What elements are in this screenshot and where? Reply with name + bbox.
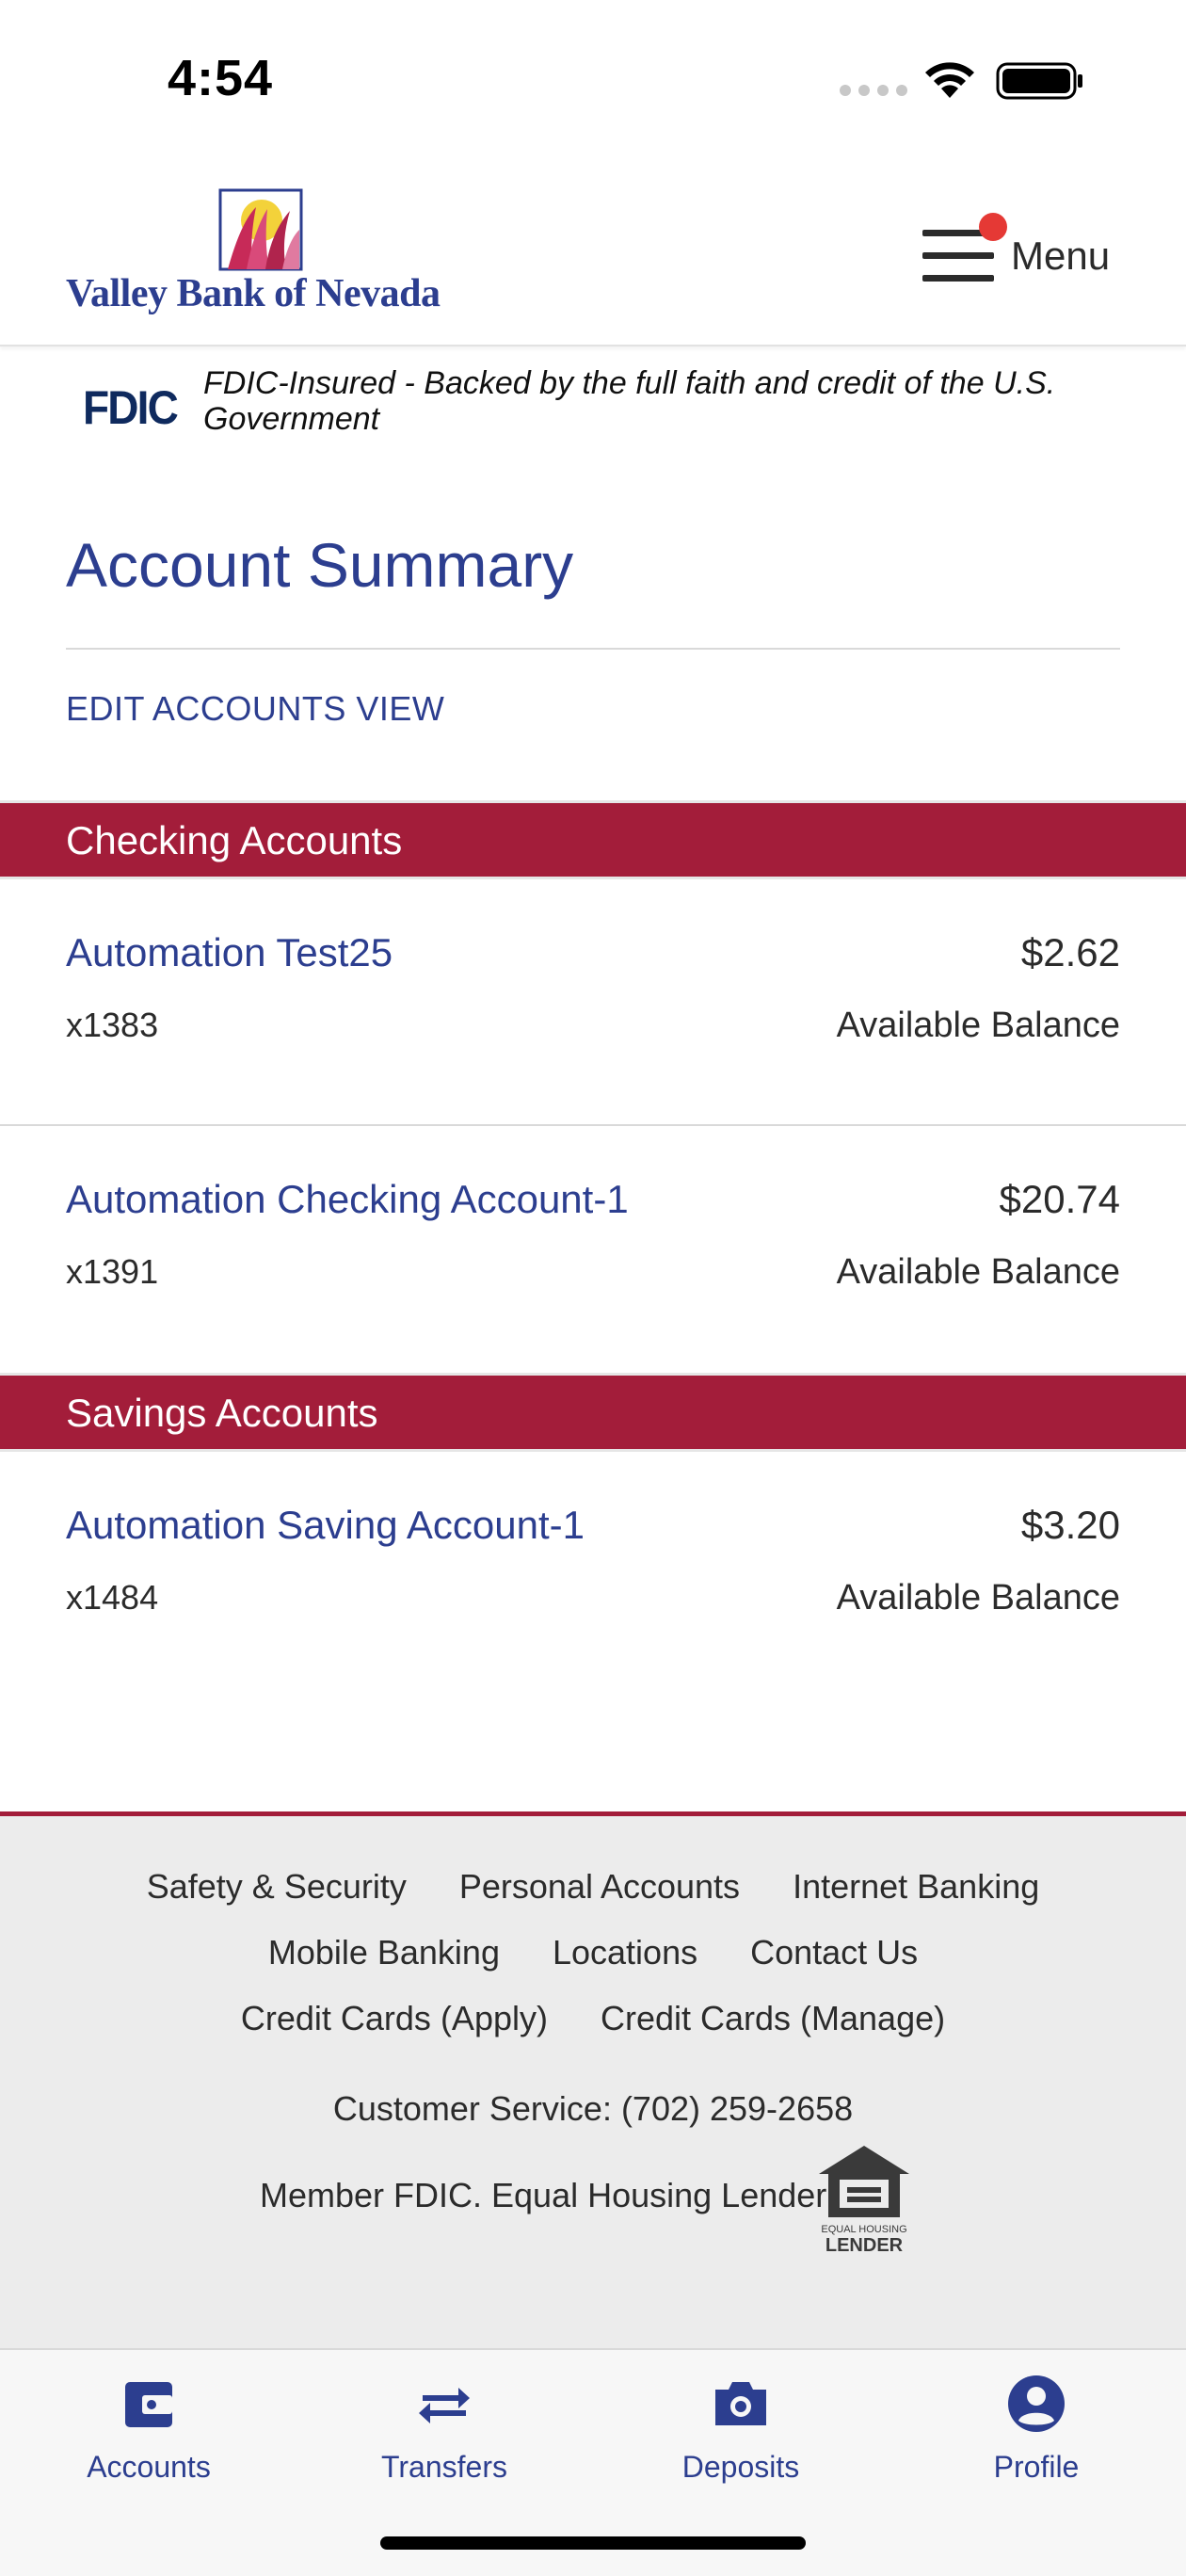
footer-link-row: Mobile Banking Locations Contact Us bbox=[0, 1933, 1186, 1972]
tab-profile[interactable]: Profile bbox=[923, 2373, 1149, 2495]
row-divider bbox=[0, 1124, 1186, 1126]
menu-label: Menu bbox=[1011, 233, 1111, 278]
footer-links: Safety & Security Personal Accounts Inte… bbox=[0, 1867, 1186, 2065]
tab-label: Profile bbox=[993, 2450, 1080, 2484]
member-fdic-text: Member FDIC. Equal Housing Lender bbox=[260, 2176, 827, 2214]
tab-label: Transfers bbox=[381, 2450, 507, 2484]
fdic-text: FDIC-Insured - Backed by the full faith … bbox=[203, 365, 1056, 437]
wifi-icon bbox=[925, 62, 974, 98]
ehl-text-line2: LENDER bbox=[825, 2235, 904, 2255]
tab-label: Deposits bbox=[681, 2450, 800, 2484]
account-number: x1383 bbox=[66, 1006, 159, 1044]
section-header-savings: Savings Accounts bbox=[0, 1373, 1186, 1452]
brand-name: Valley Bank of Nevada bbox=[66, 272, 441, 315]
app-header: Valley Bank of Nevada Menu bbox=[0, 160, 1186, 346]
balance-label: Available Balance bbox=[836, 1006, 1120, 1045]
divider bbox=[66, 648, 1120, 650]
section-title: Savings Accounts bbox=[66, 1391, 378, 1435]
equal-housing-lender-icon: EQUAL HOUSING LENDER bbox=[819, 2146, 909, 2255]
footer-link-row: Credit Cards (Apply) Credit Cards (Manag… bbox=[0, 1999, 1186, 2038]
balance-label: Available Balance bbox=[836, 1252, 1120, 1292]
home-indicator[interactable] bbox=[380, 2536, 806, 2550]
account-row[interactable]: Automation Checking Account-1 x1391 $20.… bbox=[0, 1130, 1186, 1309]
balance-label: Available Balance bbox=[836, 1578, 1120, 1618]
bank-logo-icon bbox=[218, 188, 303, 271]
account-row[interactable]: Automation Saving Account-1 x1484 $3.20 … bbox=[0, 1456, 1186, 1634]
account-name[interactable]: Automation Test25 bbox=[66, 930, 393, 975]
ehl-text-line1: EQUAL HOUSING bbox=[821, 2224, 906, 2235]
account-balance: $2.62 bbox=[1020, 930, 1120, 974]
hamburger-icon bbox=[922, 230, 994, 284]
tab-accounts[interactable]: Accounts bbox=[36, 2373, 262, 2495]
wallet-icon bbox=[125, 2382, 172, 2427]
customer-service-text[interactable]: Customer Service: (702) 259-2658 bbox=[0, 2089, 1186, 2129]
camera-icon bbox=[715, 2382, 766, 2425]
section-header-checking: Checking Accounts bbox=[0, 800, 1186, 879]
status-time: 4:54 bbox=[168, 50, 274, 106]
cellular-signal-icon bbox=[840, 85, 907, 96]
tab-transfers[interactable]: Transfers bbox=[331, 2373, 557, 2495]
notification-dot bbox=[979, 213, 1007, 241]
footer-link-locations[interactable]: Locations bbox=[553, 1933, 697, 1972]
battery-icon bbox=[996, 62, 1082, 100]
status-bar: 4:54 bbox=[0, 0, 1186, 160]
page-title: Account Summary bbox=[66, 530, 574, 600]
footer-link-personal-accounts[interactable]: Personal Accounts bbox=[459, 1867, 740, 1907]
account-balance: $20.74 bbox=[999, 1177, 1120, 1221]
account-balance: $3.20 bbox=[1020, 1503, 1120, 1547]
tab-deposits[interactable]: Deposits bbox=[628, 2373, 854, 2495]
edit-accounts-view-link[interactable]: EDIT ACCOUNTS VIEW bbox=[66, 689, 444, 729]
footer-link-internet-banking[interactable]: Internet Banking bbox=[793, 1867, 1039, 1907]
account-number: x1391 bbox=[66, 1252, 159, 1291]
account-summary-screen: 4:54 Valley Bank of Nevada Menu FDIC FDI… bbox=[0, 0, 1186, 2576]
fdic-logo: FDIC bbox=[83, 381, 179, 434]
footer-link-safety-security[interactable]: Safety & Security bbox=[147, 1867, 407, 1907]
account-row[interactable]: Automation Test25 x1383 $2.62 Available … bbox=[0, 883, 1186, 1062]
fdic-banner: FDIC FDIC-Insured - Backed by the full f… bbox=[83, 365, 1137, 450]
footer-link-credit-cards-manage[interactable]: Credit Cards (Manage) bbox=[601, 1999, 945, 2038]
footer-link-credit-cards-apply[interactable]: Credit Cards (Apply) bbox=[241, 1999, 548, 2038]
footer: Safety & Security Personal Accounts Inte… bbox=[0, 1811, 1186, 2348]
tab-label: Accounts bbox=[87, 2450, 211, 2484]
footer-link-mobile-banking[interactable]: Mobile Banking bbox=[268, 1933, 500, 1972]
transfer-arrows-icon bbox=[419, 2388, 470, 2423]
account-number: x1484 bbox=[66, 1578, 159, 1617]
section-title: Checking Accounts bbox=[66, 818, 403, 862]
account-name[interactable]: Automation Checking Account-1 bbox=[66, 1177, 629, 1222]
account-name[interactable]: Automation Saving Account-1 bbox=[66, 1503, 585, 1548]
footer-link-row: Safety & Security Personal Accounts Inte… bbox=[0, 1867, 1186, 1907]
footer-link-contact-us[interactable]: Contact Us bbox=[750, 1933, 918, 1972]
user-circle-icon bbox=[1008, 2375, 1065, 2432]
menu-button[interactable]: Menu bbox=[922, 213, 1130, 298]
